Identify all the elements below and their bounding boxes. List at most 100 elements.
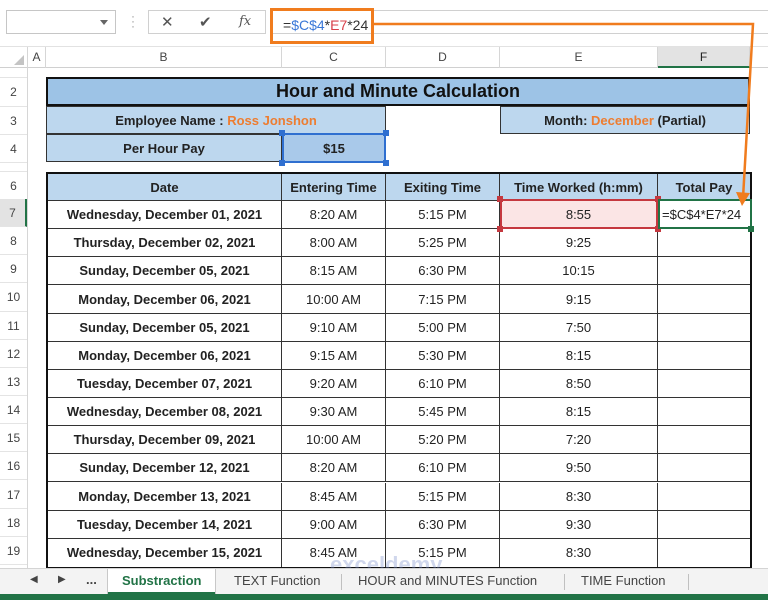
- entering-time-cell[interactable]: 8:15 AM: [282, 257, 386, 286]
- row-header-15[interactable]: 15: [0, 424, 27, 453]
- entering-time-cell[interactable]: 9:20 AM: [282, 369, 386, 399]
- exiting-time-cell[interactable]: 6:10 PM: [386, 454, 500, 483]
- exiting-time-cell[interactable]: 5:20 PM: [386, 426, 500, 455]
- c4-handle-bl[interactable]: [279, 160, 285, 166]
- insert-function-icon[interactable]: fx: [239, 14, 251, 29]
- total-pay-cell[interactable]: [658, 285, 750, 314]
- row-header-11[interactable]: 11: [0, 312, 27, 340]
- row-header-17[interactable]: 17: [0, 481, 27, 509]
- total-pay-cell[interactable]: [658, 257, 750, 286]
- exiting-time-cell[interactable]: 5:15 PM: [386, 201, 500, 230]
- date-cell[interactable]: Wednesday, December 15, 2021: [48, 538, 282, 567]
- entering-time-cell[interactable]: 9:30 AM: [282, 398, 386, 427]
- entering-time-cell[interactable]: 8:45 AM: [282, 482, 386, 511]
- time-worked-cell[interactable]: 9:30: [500, 510, 658, 539]
- row-header-3[interactable]: 3: [0, 107, 27, 135]
- date-cell[interactable]: Sunday, December 05, 2021: [48, 313, 282, 342]
- entering-time-cell[interactable]: 8:20 AM: [282, 454, 386, 483]
- time-worked-cell[interactable]: 8:30: [500, 538, 658, 567]
- active-cell-f7[interactable]: =$C$4*E7*24: [658, 199, 752, 229]
- exiting-time-cell[interactable]: 5:30 PM: [386, 341, 500, 370]
- enter-icon[interactable]: ✔: [199, 13, 212, 31]
- exiting-time-cell[interactable]: 5:45 PM: [386, 398, 500, 427]
- time-worked-cell[interactable]: 9:15: [500, 285, 658, 314]
- date-cell[interactable]: Wednesday, December 08, 2021: [48, 398, 282, 427]
- tab-more-button[interactable]: ...: [86, 572, 97, 587]
- row-header-8[interactable]: 8: [0, 227, 27, 256]
- time-worked-cell[interactable]: 9:50: [500, 454, 658, 483]
- fill-handle[interactable]: [748, 226, 754, 232]
- header-exiting-time[interactable]: Exiting Time: [386, 174, 500, 201]
- e7-handle-tl[interactable]: [497, 196, 503, 202]
- time-worked-cell[interactable]: 8:15: [500, 398, 658, 427]
- column-header-e[interactable]: E: [500, 47, 658, 68]
- employee-name-cell[interactable]: Employee Name : Ross Jonshon: [46, 106, 386, 134]
- column-header-b[interactable]: B: [46, 47, 282, 68]
- total-pay-cell[interactable]: [658, 341, 750, 370]
- total-pay-cell[interactable]: [658, 369, 750, 399]
- header-time-worked[interactable]: Time Worked (h:mm): [500, 174, 658, 201]
- row-header-12[interactable]: 12: [0, 340, 27, 368]
- date-cell[interactable]: Monday, December 13, 2021: [48, 482, 282, 511]
- total-pay-cell[interactable]: [658, 426, 750, 455]
- drag-handle-icon[interactable]: · · ·: [130, 10, 136, 32]
- name-box-dropdown-icon[interactable]: [100, 20, 108, 25]
- exiting-time-cell[interactable]: 5:00 PM: [386, 313, 500, 342]
- tab-prev-icon[interactable]: ◀: [30, 574, 38, 585]
- row-header-10[interactable]: 10: [0, 283, 27, 312]
- tab-text-function[interactable]: TEXT Function: [220, 569, 334, 594]
- total-pay-cell[interactable]: [658, 454, 750, 483]
- exiting-time-cell[interactable]: 6:30 PM: [386, 510, 500, 539]
- exiting-time-cell[interactable]: 5:15 PM: [386, 482, 500, 511]
- tab-next-icon[interactable]: ▶: [58, 574, 66, 585]
- total-pay-cell[interactable]: [658, 313, 750, 342]
- row-header-16[interactable]: 16: [0, 452, 27, 481]
- row-header-19[interactable]: 19: [0, 537, 27, 565]
- row-header-13[interactable]: 13: [0, 368, 27, 397]
- tab-hour-minutes-function[interactable]: HOUR and MINUTES Function: [344, 569, 551, 594]
- date-cell[interactable]: Sunday, December 12, 2021: [48, 454, 282, 483]
- entering-time-cell[interactable]: 9:00 AM: [282, 510, 386, 539]
- select-all-button[interactable]: [0, 47, 28, 68]
- date-cell[interactable]: Tuesday, December 14, 2021: [48, 510, 282, 539]
- column-header-d[interactable]: D: [386, 47, 500, 68]
- name-box[interactable]: [6, 10, 116, 34]
- c4-handle-tr[interactable]: [383, 130, 389, 136]
- entering-time-cell[interactable]: 8:45 AM: [282, 538, 386, 567]
- exiting-time-cell[interactable]: 5:15 PM: [386, 538, 500, 567]
- time-worked-cell[interactable]: 10:15: [500, 257, 658, 286]
- total-pay-cell[interactable]: [658, 510, 750, 539]
- date-cell[interactable]: Thursday, December 02, 2021: [48, 229, 282, 258]
- row-header-7[interactable]: 7: [0, 199, 27, 228]
- per-hour-label-cell[interactable]: Per Hour Pay: [46, 134, 282, 162]
- entering-time-cell[interactable]: 10:00 AM: [282, 426, 386, 455]
- time-worked-cell[interactable]: 9:25: [500, 229, 658, 258]
- row-header-14[interactable]: 14: [0, 396, 27, 425]
- header-total-pay[interactable]: Total Pay: [658, 174, 750, 201]
- date-cell[interactable]: Thursday, December 09, 2021: [48, 426, 282, 455]
- exiting-time-cell[interactable]: 7:15 PM: [386, 285, 500, 314]
- time-worked-cell[interactable]: 8:50: [500, 369, 658, 399]
- sheet-title[interactable]: Hour and Minute Calculation: [46, 77, 750, 106]
- month-cell[interactable]: Month: December (Partial): [500, 106, 750, 134]
- header-date[interactable]: Date: [48, 174, 282, 201]
- tab-time-function[interactable]: TIME Function: [567, 569, 680, 594]
- row-header-5[interactable]: [0, 163, 27, 172]
- row-header-6[interactable]: 6: [0, 172, 27, 200]
- total-pay-cell[interactable]: [658, 398, 750, 427]
- row-header-2[interactable]: 2: [0, 78, 27, 107]
- total-pay-cell[interactable]: [658, 482, 750, 511]
- date-cell[interactable]: Wednesday, December 01, 2021: [48, 201, 282, 230]
- date-cell[interactable]: Monday, December 06, 2021: [48, 285, 282, 314]
- entering-time-cell[interactable]: 8:20 AM: [282, 201, 386, 230]
- column-header-c[interactable]: C: [282, 47, 386, 68]
- cancel-icon[interactable]: ✕: [161, 13, 174, 31]
- entering-time-cell[interactable]: 8:00 AM: [282, 229, 386, 258]
- column-header-f[interactable]: F: [658, 47, 750, 68]
- exiting-time-cell[interactable]: 5:25 PM: [386, 229, 500, 258]
- time-worked-cell[interactable]: 8:30: [500, 482, 658, 511]
- time-worked-cell[interactable]: 8:15: [500, 341, 658, 370]
- tab-substraction[interactable]: Substraction: [108, 569, 216, 594]
- time-worked-cell[interactable]: 7:50: [500, 313, 658, 342]
- total-pay-cell[interactable]: [658, 229, 750, 258]
